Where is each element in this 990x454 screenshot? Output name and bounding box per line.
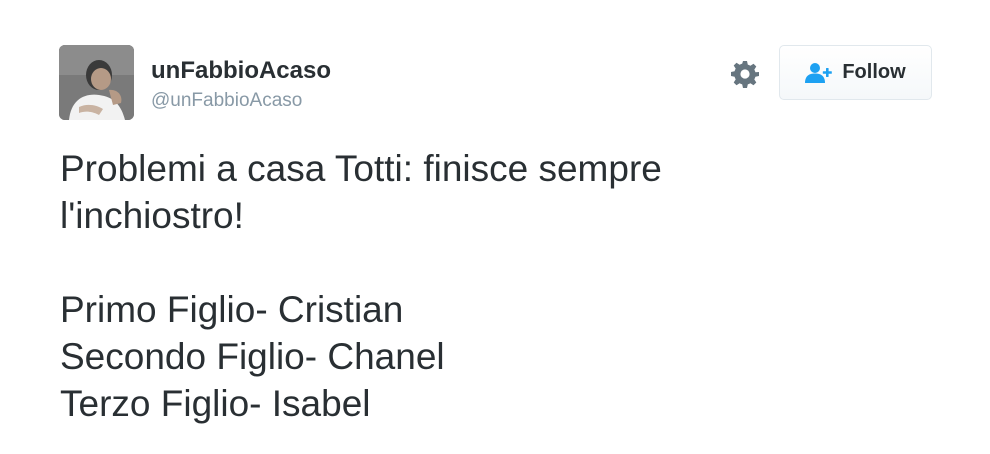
add-user-icon (805, 62, 833, 83)
follow-label: Follow (842, 61, 906, 83)
tweet-card: unFabbioAcaso @unFabbioAcaso Follow Prob… (0, 0, 990, 454)
user-avatar-photo-icon (59, 45, 134, 120)
tweet-line: Terzo Figlio- Isabel (60, 383, 371, 424)
user-handle[interactable]: @unFabbioAcaso (151, 90, 302, 112)
avatar[interactable] (59, 45, 134, 120)
follow-button[interactable]: Follow (779, 45, 932, 100)
tweet-line: Primo Figlio- Cristian (60, 289, 404, 330)
tweet-line: Problemi a casa Totti: finisce sempre (60, 148, 662, 189)
gear-icon[interactable] (730, 59, 760, 89)
tweet-line: Secondo Figlio- Chanel (60, 336, 445, 377)
tweet-line-break (60, 239, 940, 286)
display-name[interactable]: unFabbioAcaso (151, 57, 331, 85)
tweet-text: Problemi a casa Totti: finisce sempre l'… (60, 145, 940, 427)
tweet-line: l'inchiostro! (60, 195, 244, 236)
